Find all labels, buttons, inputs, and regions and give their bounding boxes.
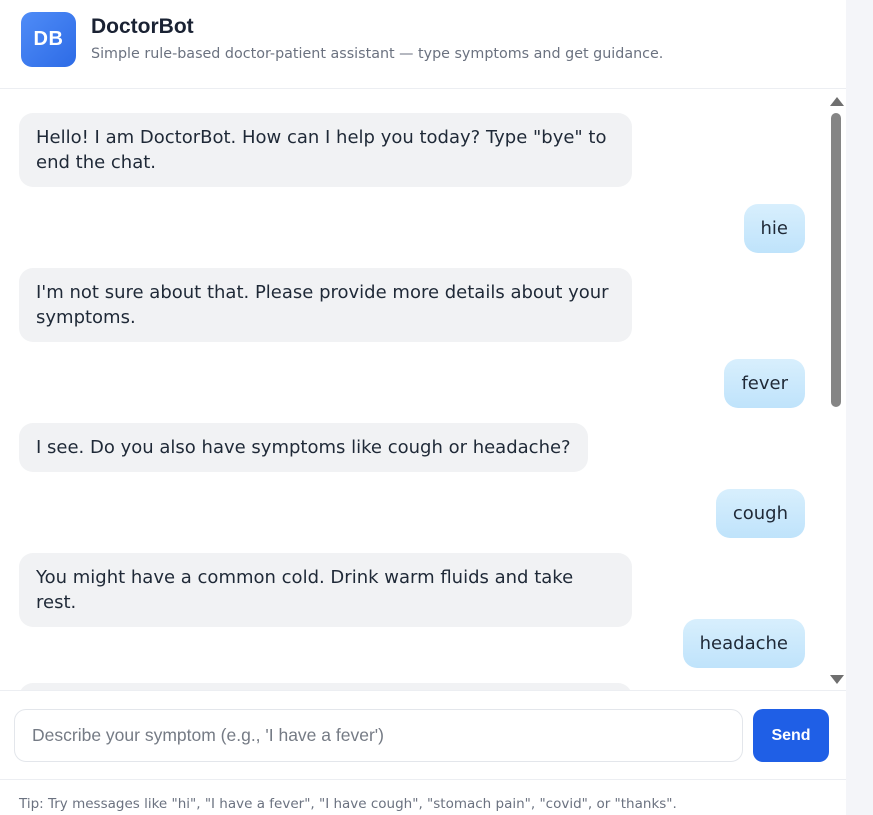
doctorbot-app: DB DoctorBot Simple rule-based doctor-pa… [0, 0, 846, 815]
bot-message: Hello! I am DoctorBot. How can I help yo… [19, 113, 632, 187]
bot-message-partial [19, 683, 632, 690]
tip-text: Tip: Try messages like "hi", "I have a f… [19, 796, 677, 812]
page-subtitle: Simple rule-based doctor-patient assista… [91, 46, 664, 62]
app-logo: DB [21, 12, 76, 67]
symptom-input[interactable] [14, 709, 743, 762]
user-message: fever [724, 359, 805, 408]
page-title: DoctorBot [91, 15, 194, 38]
app-header: DB DoctorBot Simple rule-based doctor-pa… [0, 0, 846, 89]
user-message: headache [682, 619, 805, 668]
scroll-down-arrow-icon[interactable] [830, 675, 844, 684]
composer: Send [0, 690, 846, 780]
user-message: cough [715, 489, 805, 538]
bot-message: I'm not sure about that. Please provide … [19, 268, 632, 342]
chat-window[interactable]: Hello! I am DoctorBot. How can I help yo… [0, 90, 828, 690]
bot-message: You might have a common cold. Drink warm… [19, 553, 632, 627]
bot-message: I see. Do you also have symptoms like co… [19, 423, 588, 472]
scroll-up-arrow-icon[interactable] [830, 97, 844, 106]
chat-scrollbar[interactable] [828, 90, 845, 690]
send-button[interactable]: Send [753, 709, 829, 762]
scrollbar-thumb[interactable] [831, 113, 841, 407]
user-message: hie [743, 204, 805, 253]
